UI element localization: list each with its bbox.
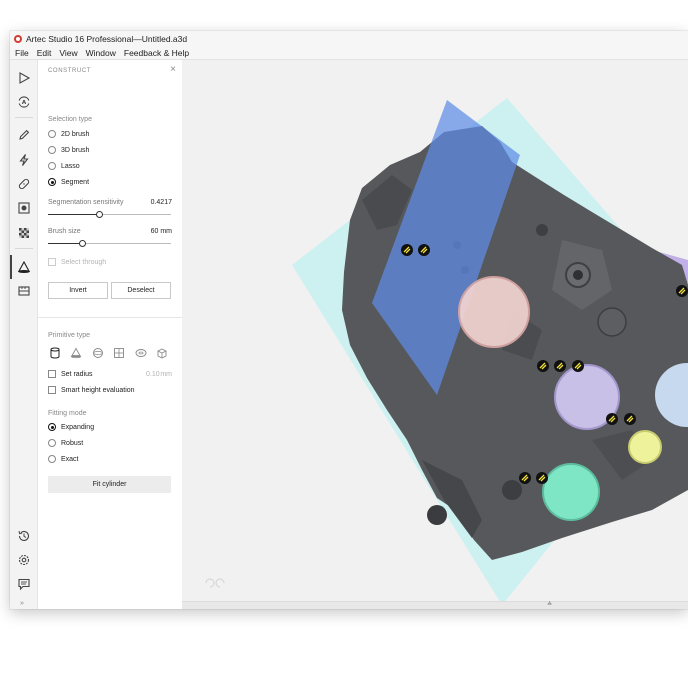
set-radius-checkbox[interactable]: Set radius <box>48 370 93 378</box>
artec-logo-icon <box>14 34 22 43</box>
menu-bar: File Edit View Window Feedback & Help <box>10 46 688 60</box>
construct-icon[interactable] <box>10 255 32 279</box>
radio-button-icon[interactable] <box>48 439 56 447</box>
menu-edit[interactable]: Edit <box>33 48 56 58</box>
autopilot-icon[interactable]: A <box>16 94 32 110</box>
checkerboard-icon[interactable] <box>16 225 32 241</box>
primitive-type-label: Primitive type <box>48 332 91 339</box>
slider-thumb[interactable] <box>78 240 86 247</box>
close-icon[interactable]: × <box>170 65 176 75</box>
checkbox-icon[interactable] <box>48 258 56 266</box>
pencil-icon[interactable] <box>16 127 32 143</box>
radio-segment[interactable]: Segment <box>48 178 89 186</box>
slider-thumb[interactable] <box>96 211 104 218</box>
3d-scene[interactable] <box>182 60 688 601</box>
radio-exact[interactable]: Exact <box>48 455 79 463</box>
redo-icon[interactable] <box>215 578 225 588</box>
history-icon[interactable] <box>16 528 32 544</box>
radio-button-icon[interactable] <box>48 130 56 138</box>
sensitivity-label: Segmentation sensitivity <box>48 199 124 206</box>
brush-size-slider[interactable] <box>48 240 171 247</box>
checkbox-label: Set radius <box>61 370 93 378</box>
radio-button-icon[interactable] <box>48 146 56 154</box>
radio-button-icon[interactable] <box>48 455 56 463</box>
menu-window[interactable]: Window <box>82 48 120 58</box>
brush-size-value: 60 mm <box>150 228 172 235</box>
app-window: Artec Studio 16 Professional—Untitled.a3… <box>10 31 688 609</box>
undo-icon[interactable] <box>205 578 215 588</box>
radio-expanding[interactable]: Expanding <box>48 423 94 431</box>
fit-cylinder-button[interactable]: Fit cylinder <box>48 476 171 493</box>
torus-icon[interactable] <box>134 346 147 359</box>
texture-icon[interactable] <box>16 200 32 216</box>
radio-button-icon[interactable] <box>48 162 56 170</box>
menu-feedback-help[interactable]: Feedback & Help <box>120 48 193 58</box>
primitive-type-row <box>48 346 177 359</box>
panel-title: CONSTRUCT <box>48 68 92 74</box>
radio-robust[interactable]: Robust <box>48 439 83 447</box>
settings-icon[interactable] <box>16 552 32 568</box>
radio-label: 3D brush <box>61 146 90 154</box>
3d-viewport[interactable] <box>182 60 688 601</box>
radio-label: Lasso <box>61 162 80 170</box>
deselect-button[interactable]: Deselect <box>111 282 171 299</box>
cone-icon[interactable] <box>70 346 83 359</box>
construct-panel: CONSTRUCT × Selection type 2D brush 3D b… <box>38 60 182 609</box>
brush-size-label: Brush size <box>48 228 81 235</box>
svg-text:A: A <box>22 100 27 106</box>
radio-2d-brush[interactable]: 2D brush <box>48 130 89 138</box>
radius-input[interactable]: 0.10 <box>146 371 160 378</box>
menu-file[interactable]: File <box>10 48 33 58</box>
radio-button-selected-icon[interactable] <box>48 178 56 186</box>
checkbox-label: Smart height evaluation <box>61 386 135 394</box>
radio-lasso[interactable]: Lasso <box>48 162 80 170</box>
bandage-icon[interactable] <box>16 176 32 192</box>
measure-icon[interactable] <box>16 283 32 299</box>
checkbox-icon[interactable] <box>48 370 56 378</box>
plane-icon[interactable] <box>113 346 126 359</box>
sensitivity-slider[interactable] <box>48 211 171 218</box>
radio-button-selected-icon[interactable] <box>48 423 56 431</box>
selection-type-label: Selection type <box>48 116 92 123</box>
select-through-checkbox[interactable]: Select through <box>48 258 106 266</box>
radio-3d-brush[interactable]: 3D brush <box>48 146 89 154</box>
resize-grip-icon[interactable]: ≙ <box>547 602 552 609</box>
sensitivity-value: 0.4217 <box>150 199 172 206</box>
radio-label: Segment <box>61 178 90 186</box>
radio-label: Exact <box>61 455 79 463</box>
smart-height-checkbox[interactable]: Smart height evaluation <box>48 386 135 394</box>
left-toolbar: A » <box>10 60 38 609</box>
radius-unit: mm <box>160 371 172 378</box>
fitting-mode-label: Fitting mode <box>48 410 87 417</box>
collapse-handle-icon[interactable]: » <box>20 600 24 607</box>
radio-label: Robust <box>61 439 84 447</box>
window-title: Artec Studio 16 Professional—Untitled.a3… <box>26 33 188 44</box>
checkbox-label: Select through <box>61 258 107 266</box>
checkbox-icon[interactable] <box>48 386 56 394</box>
chat-icon[interactable] <box>16 576 32 592</box>
play-icon[interactable] <box>16 70 32 86</box>
title-bar: Artec Studio 16 Professional—Untitled.a3… <box>10 31 688 46</box>
fitted-cylinder-yellow[interactable] <box>628 430 662 464</box>
cylinder-icon[interactable] <box>48 346 61 359</box>
radio-label: 2D brush <box>61 130 90 138</box>
invert-button[interactable]: Invert <box>48 282 108 299</box>
lightning-icon[interactable] <box>16 152 32 168</box>
fitted-cylinder-pink[interactable] <box>458 276 530 348</box>
fitted-cylinder-green[interactable] <box>542 463 600 521</box>
box-icon[interactable] <box>156 346 169 359</box>
sphere-icon[interactable] <box>91 346 104 359</box>
menu-view[interactable]: View <box>55 48 81 58</box>
radio-label: Expanding <box>61 423 95 431</box>
status-bar: ≙ <box>182 601 688 609</box>
